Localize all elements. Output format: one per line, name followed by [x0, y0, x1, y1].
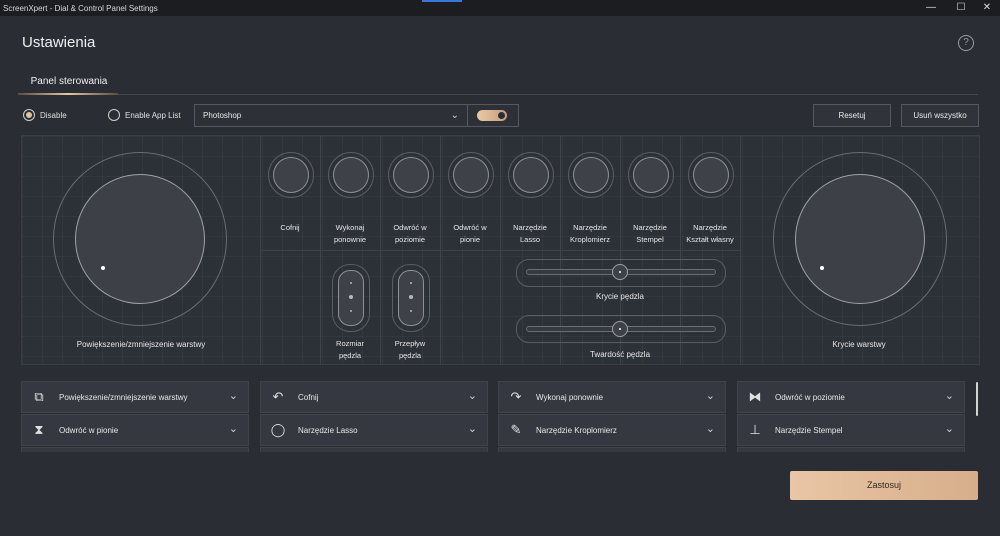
panel-button-label: Narzędzie Kształt własny — [686, 223, 734, 244]
title-bar: ScreenXpert - Dial & Control Panel Setti… — [0, 0, 1000, 16]
assignment-eyedropper[interactable]: ✎ Narzędzie Kroplomierz ⌄ — [498, 414, 726, 446]
enable-app-list-radio[interactable] — [108, 109, 120, 121]
chevron-down-icon: ⌄ — [450, 110, 459, 121]
assignment-label: Cofnij — [298, 393, 319, 402]
apply-button[interactable]: Zastosuj — [790, 471, 978, 500]
brush-hardness-label: Twardość pędzla — [589, 350, 651, 359]
panel-button-stamp[interactable] — [633, 157, 669, 193]
app-select[interactable]: Photoshop ⌄ — [194, 104, 468, 127]
assignment-flip-horizontal[interactable]: ⧓ Odwróć w poziomie ⌄ — [737, 381, 965, 413]
brush-flow-label: Przepływ pędzla — [394, 339, 426, 360]
panel-button-label: Odwróć w poziomie — [393, 223, 427, 244]
stamp-icon: ⊥ — [749, 422, 761, 437]
chevron-down-icon: ⌄ — [705, 390, 715, 402]
panel-button-label: Cofnij — [280, 223, 300, 232]
assignment-label: Powiększenie/zmniejszenie warstwy — [59, 393, 188, 402]
panel-button-flip-horizontal[interactable] — [393, 157, 429, 193]
assignment-card-clipped — [498, 447, 726, 452]
undo-icon: ↶ — [272, 389, 284, 404]
eyedropper-icon: ✎ — [510, 422, 522, 437]
chevron-down-icon: ⌄ — [228, 390, 238, 402]
right-dial-label: Krycie warstwy — [832, 340, 886, 349]
assignment-card-clipped — [21, 447, 249, 452]
assignment-label: Narzędzie Kroplomierz — [536, 426, 617, 435]
chevron-down-icon: ⌄ — [944, 390, 954, 402]
assignment-label: Narzędzie Lasso — [298, 426, 358, 435]
tab-divider — [18, 94, 978, 95]
panel-button-flip-vertical[interactable] — [453, 157, 489, 193]
close-button[interactable]: ✕ — [972, 1, 1000, 15]
panel-button-redo[interactable] — [333, 157, 369, 193]
window-title: ScreenXpert - Dial & Control Panel Setti… — [3, 4, 158, 13]
assignment-stamp[interactable]: ⊥ Narzędzie Stempel ⌄ — [737, 414, 965, 446]
panel-button-label: Narzędzie Kroplomierz — [569, 223, 610, 244]
panel-button-label: Narzędzie Stempel — [633, 223, 667, 244]
panel-button-label: Narzędzie Lasso — [513, 223, 547, 244]
title-bar-accent — [422, 0, 462, 2]
app-toggle-container — [467, 104, 519, 127]
panel-button-lasso[interactable] — [513, 157, 549, 193]
left-dial-label: Powiększenie/zmniejszenie warstwy — [76, 340, 206, 349]
chevron-down-icon: ⌄ — [467, 390, 477, 402]
layers-zoom-icon: ⧉ — [34, 389, 44, 404]
panel-button-label: Odwróć w pionie — [453, 223, 487, 244]
panel-button-label: Wykonaj ponownie — [333, 223, 367, 244]
disable-radio-label[interactable]: Disable — [40, 111, 67, 120]
assignment-label: Odwróć w poziomie — [775, 393, 845, 402]
flip-horizontal-icon: ⧓ — [748, 389, 762, 404]
disable-radio[interactable] — [23, 109, 35, 121]
right-dial-indicator — [820, 266, 824, 270]
chevron-down-icon: ⌄ — [467, 423, 477, 435]
assignment-undo[interactable]: ↶ Cofnij ⌄ — [260, 381, 488, 413]
left-dial-indicator — [101, 266, 105, 270]
brush-size-label: Rozmiar pędzla — [336, 339, 364, 360]
assignment-lasso[interactable]: ◯ Narzędzie Lasso ⌄ — [260, 414, 488, 446]
assignment-list-scrollbar[interactable] — [976, 382, 978, 416]
app-select-value: Photoshop — [203, 111, 242, 120]
brush-opacity-slider-thumb[interactable] — [612, 264, 628, 280]
panel-button-undo[interactable] — [273, 157, 309, 193]
assignment-label: Odwróć w pionie — [59, 426, 119, 435]
flip-vertical-icon: ⧗ — [34, 422, 44, 437]
assignment-flip-vertical[interactable]: ⧗ Odwróć w pionie ⌄ — [21, 414, 249, 446]
chevron-down-icon: ⌄ — [705, 423, 715, 435]
redo-icon: ↷ — [510, 389, 522, 404]
enable-app-list-label[interactable]: Enable App List — [125, 111, 181, 120]
delete-all-button[interactable]: Usuń wszystko — [901, 104, 979, 127]
assignment-left-dial[interactable]: ⧉ Powiększenie/zmniejszenie warstwy ⌄ — [21, 381, 249, 413]
chevron-down-icon: ⌄ — [228, 423, 238, 435]
reset-button[interactable]: Resetuj — [813, 104, 891, 127]
panel-button-custom-shape[interactable] — [693, 157, 729, 193]
left-dial[interactable] — [75, 174, 205, 304]
lasso-icon: ◯ — [270, 422, 286, 437]
assignment-card-clipped — [737, 447, 965, 452]
chevron-down-icon: ⌄ — [944, 423, 954, 435]
brush-opacity-label: Krycie pędzla — [595, 292, 645, 301]
assignment-label: Wykonaj ponownie — [536, 393, 604, 402]
minimize-button[interactable]: — — [916, 1, 946, 15]
assignment-label: Narzędzie Stempel — [775, 426, 843, 435]
panel-button-eyedropper[interactable] — [573, 157, 609, 193]
app-toggle[interactable] — [477, 110, 507, 121]
assignment-redo[interactable]: ↷ Wykonaj ponownie ⌄ — [498, 381, 726, 413]
page-title: Ustawienia — [22, 34, 96, 51]
control-panel-preview: Powiększenie/zmniejszenie warstwy Krycie… — [21, 135, 980, 365]
help-icon[interactable]: ? — [958, 35, 974, 51]
brush-hardness-slider-thumb[interactable] — [612, 321, 628, 337]
assignment-card-clipped — [260, 447, 488, 452]
right-dial[interactable] — [795, 174, 925, 304]
tab-control-panel[interactable]: Panel sterowania — [20, 76, 118, 87]
active-tab-indicator — [18, 93, 118, 95]
